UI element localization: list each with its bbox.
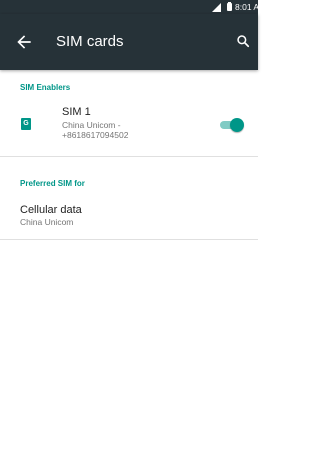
arrow-back-icon[interactable]	[14, 32, 34, 52]
status-bar: 8:01 AM	[0, 0, 266, 14]
search-icon[interactable]	[236, 34, 250, 48]
sim1-row[interactable]: G SIM 1 China Unicom - +8618617094502	[0, 98, 258, 152]
cell-signal-icon	[212, 3, 221, 12]
cellular-data-title: Cellular data	[20, 204, 82, 216]
divider	[0, 239, 258, 240]
battery-icon	[227, 2, 232, 11]
sim1-carrier: China Unicom -	[62, 120, 121, 130]
app-bar: SIM cards	[0, 14, 258, 70]
sim1-title: SIM 1	[62, 106, 91, 118]
sim1-enable-switch[interactable]	[218, 118, 244, 132]
switch-thumb	[230, 118, 244, 132]
sim1-number: +8618617094502	[62, 130, 129, 140]
sim1-summary: China Unicom - +8618617094502	[62, 120, 192, 140]
divider	[0, 156, 258, 157]
cellular-data-summary: China Unicom	[20, 217, 74, 227]
preferred-sim-header: Preferred SIM for	[20, 179, 85, 188]
status-time: 8:01 AM	[235, 2, 267, 12]
page-title: SIM cards	[56, 33, 124, 50]
sim-card-icon: G	[21, 118, 31, 130]
cellular-data-row[interactable]: Cellular data China Unicom	[0, 196, 258, 238]
sim-enablers-header: SIM Enablers	[20, 83, 71, 92]
